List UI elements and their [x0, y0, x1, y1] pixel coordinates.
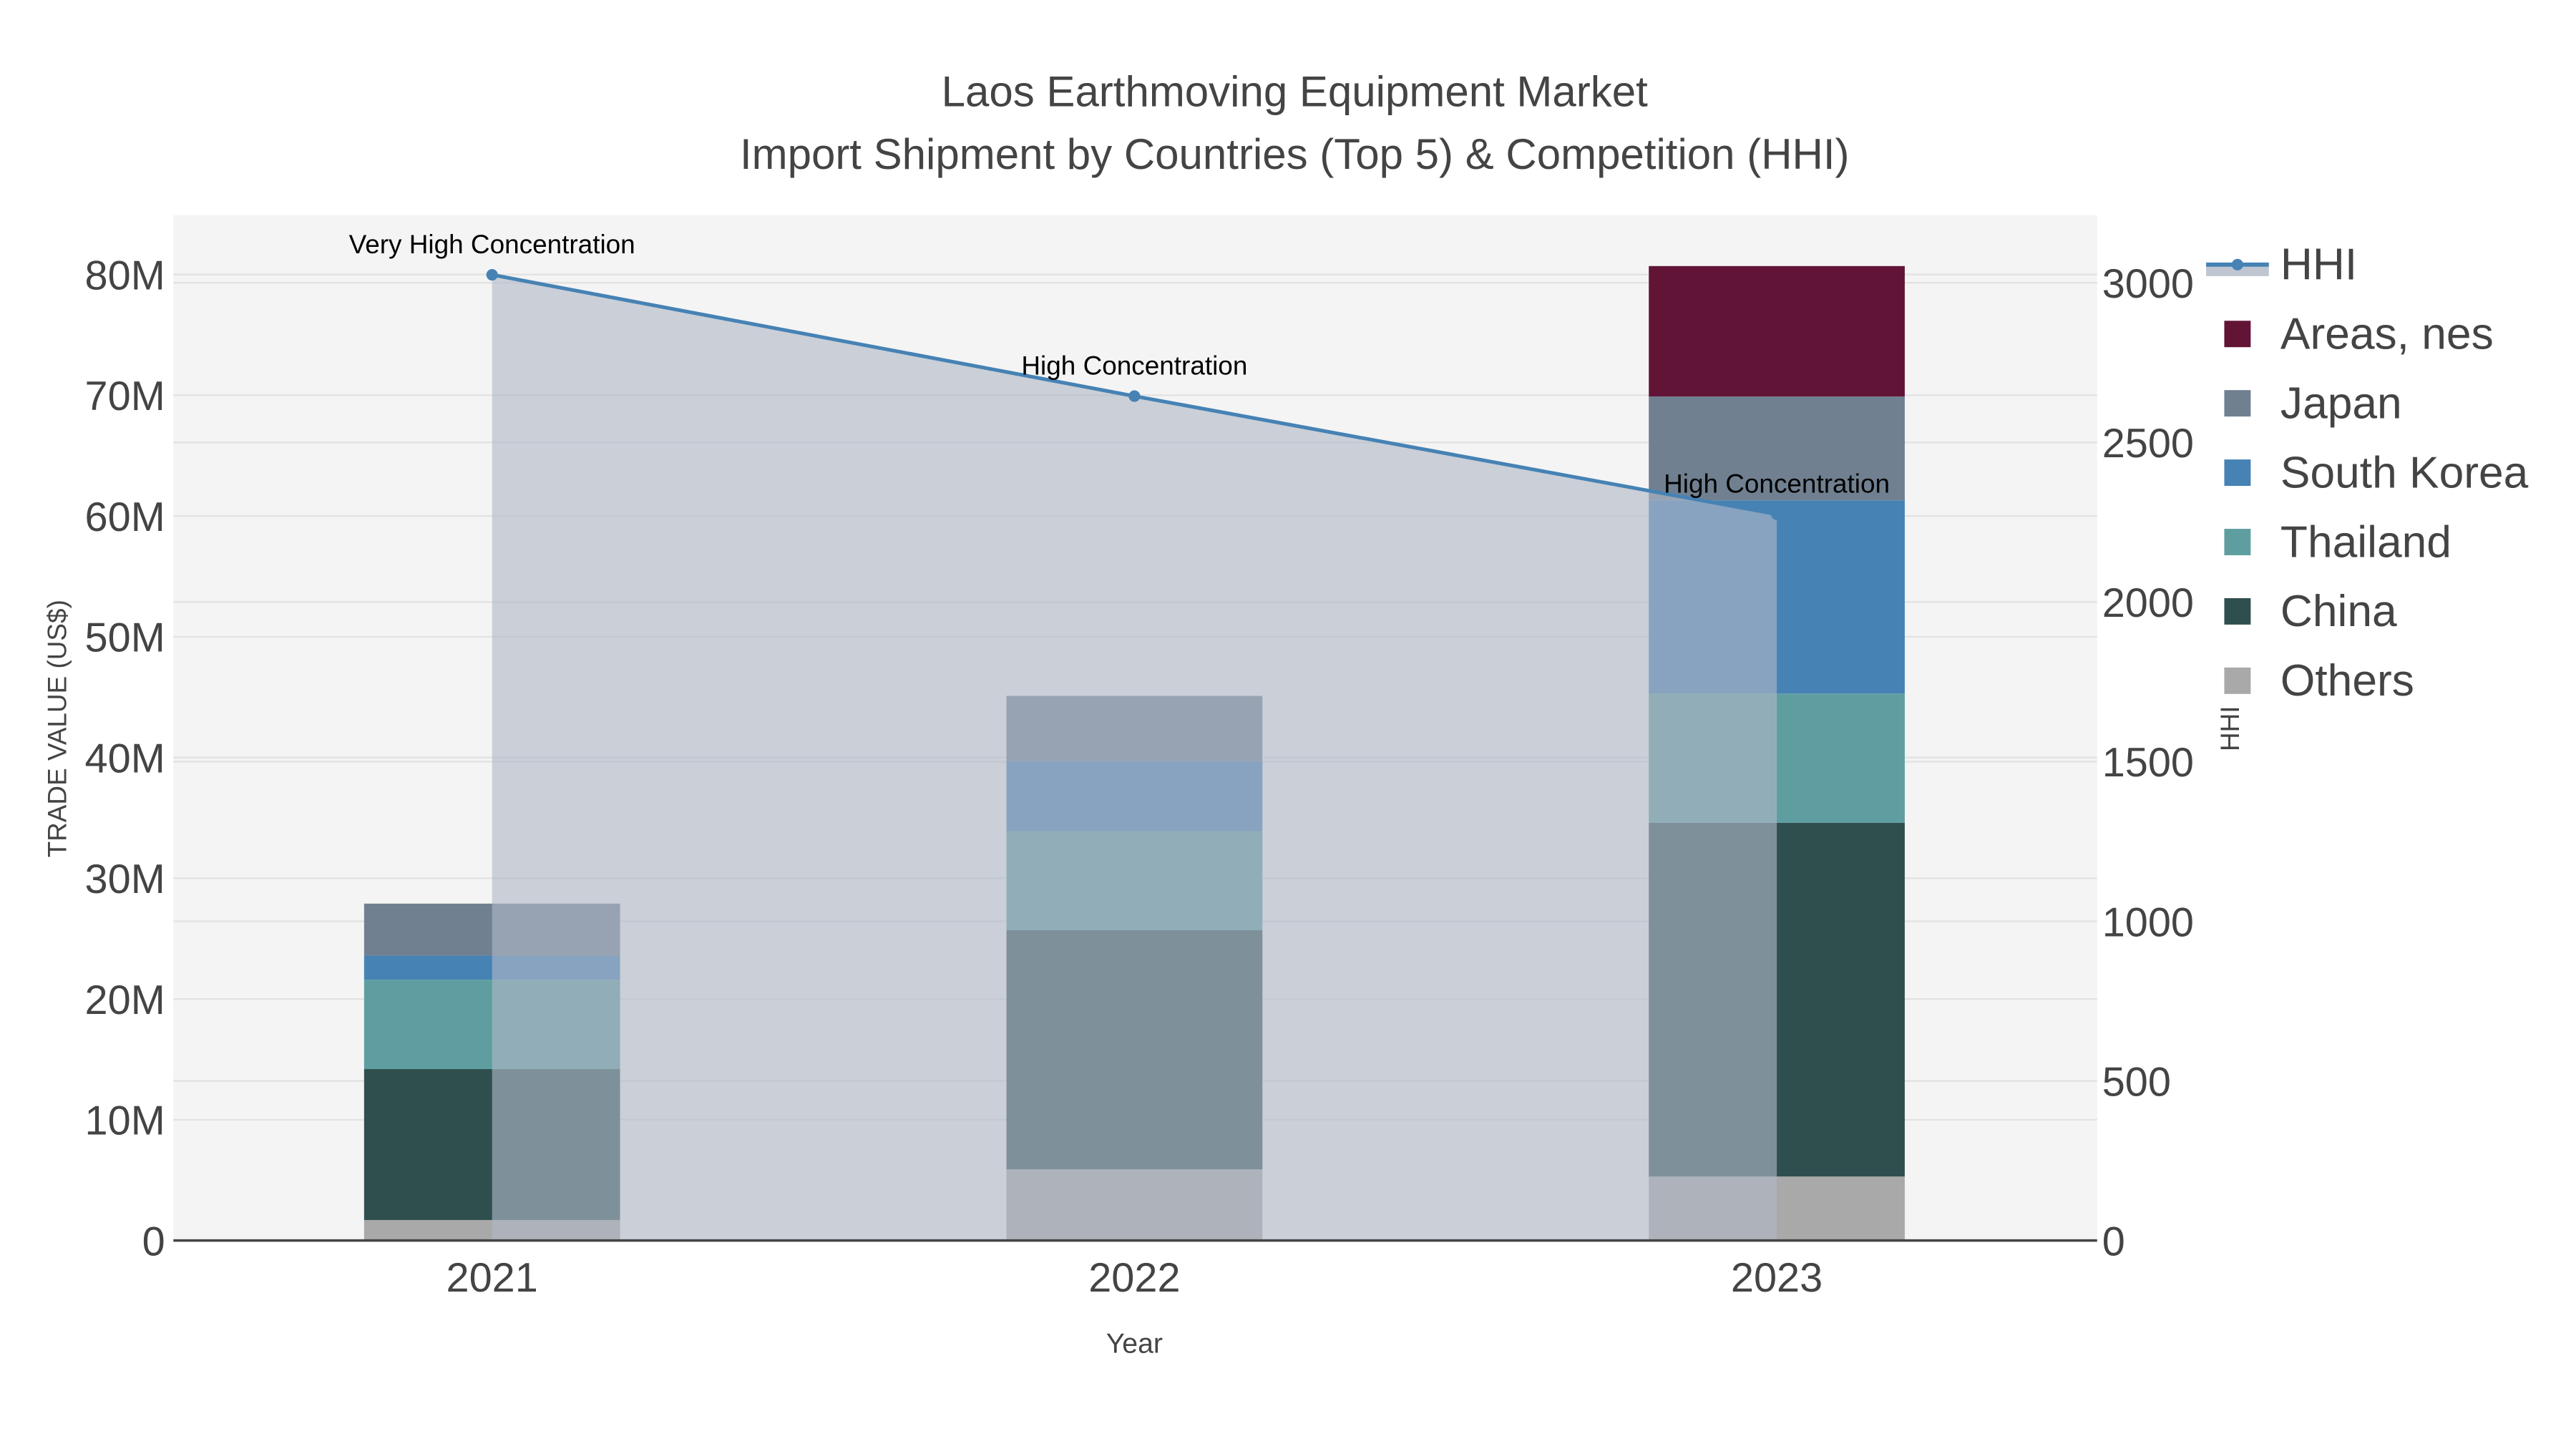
x-tick-label: 2022: [1088, 1255, 1180, 1301]
legend-label: Thailand: [2280, 517, 2451, 567]
legend-swatch-china: [2224, 597, 2251, 625]
chart-title: Laos Earthmoving Equipment Market: [942, 67, 1648, 115]
y2-tick-label: 2500: [2102, 421, 2194, 467]
chart: Very High Concentration High Concentratio…: [42, 67, 2529, 1360]
legend-label: Japan: [2280, 379, 2402, 428]
legend-swatch-south-korea: [2224, 459, 2251, 487]
y-tick-label: 70M: [85, 374, 165, 419]
hhi-point: [486, 268, 498, 281]
chart-subtitle: Import Shipment by Countries (Top 5) & C…: [740, 130, 1850, 178]
x-axis-ticks: 2021 2022 2023: [447, 1255, 1823, 1301]
y-axis-ticks: 0 10M 20M 30M 40M 50M 60M 70M 80M: [85, 253, 165, 1264]
y2-tick-label: 2000: [2102, 580, 2194, 626]
legend-swatch-japan: [2224, 390, 2251, 417]
y-tick-label: 50M: [85, 615, 165, 661]
y-axis-title: TRADE VALUE (US$): [42, 600, 72, 857]
y-tick-label: 20M: [85, 977, 165, 1023]
y-tick-label: 80M: [85, 253, 165, 298]
y2-tick-label: 3000: [2102, 261, 2194, 307]
y-tick-label: 30M: [85, 857, 165, 902]
y-tick-label: 0: [142, 1219, 165, 1264]
y2-tick-label: 1000: [2102, 899, 2194, 945]
hhi-point: [1128, 390, 1141, 402]
legend-swatch-thailand: [2224, 529, 2251, 555]
y-tick-label: 60M: [85, 494, 165, 540]
bar-areas-nes-2023: [1649, 265, 1905, 397]
legend: HHI Areas, nes Japan South Korea Thailand Chi…: [2206, 240, 2529, 706]
hhi-annotation: High Concentration: [1021, 351, 1247, 381]
legend-swatch-others: [2224, 667, 2251, 694]
y2-tick-label: 500: [2102, 1059, 2171, 1105]
legend-label: HHI: [2280, 240, 2357, 290]
y2-tick-label: 1500: [2102, 740, 2194, 786]
x-tick-label: 2021: [447, 1255, 538, 1301]
y2-tick-label: 0: [2102, 1219, 2125, 1264]
hhi-annotation: Very High Concentration: [349, 230, 635, 259]
x-axis-title: Year: [1106, 1328, 1163, 1360]
legend-label: South Korea: [2280, 448, 2529, 497]
legend-label: Areas, nes: [2280, 309, 2494, 358]
y2-axis-ticks: 0 500 1000 1500 2000 2500 3000: [2102, 261, 2194, 1264]
legend-label: Others: [2280, 656, 2414, 706]
legend-hhi-marker-icon: [2231, 258, 2243, 270]
legend-swatch-areas-nes: [2224, 321, 2251, 348]
hhi-annotation: High Concentration: [1664, 469, 1890, 499]
legend-label: China: [2280, 587, 2397, 636]
x-tick-label: 2023: [1731, 1255, 1823, 1301]
y-tick-label: 40M: [85, 736, 165, 781]
y2-axis-title: HHI: [2215, 706, 2245, 751]
y-tick-label: 10M: [85, 1098, 165, 1144]
hhi-point: [1771, 508, 1783, 520]
